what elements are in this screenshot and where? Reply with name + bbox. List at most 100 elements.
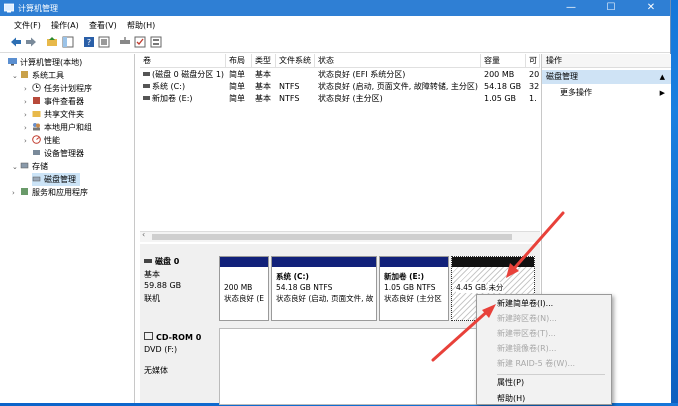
tree-local-users[interactable]: › 本地用户和组 — [24, 121, 92, 134]
menu-view[interactable]: 查看(V) — [89, 20, 117, 31]
menu-file[interactable]: 文件(F) — [14, 20, 41, 31]
cdrom-name: CD-ROM 0 — [156, 333, 202, 342]
menu-item-new-raid5-volume: 新建 RAID-5 卷(W)... — [497, 359, 576, 368]
volume-name-cell: 系统 (C:) — [140, 81, 226, 93]
volume-name-cell: 新加卷 (E:) — [140, 93, 226, 105]
action-more-actions[interactable]: 更多操作 ▶ — [542, 86, 671, 100]
status-cell: 状态良好 (EFI 系统分区) — [318, 70, 406, 79]
chevron-right-icon[interactable]: › — [24, 135, 32, 148]
tree-event-viewer-label: 事件查看器 — [44, 97, 84, 106]
menu-item-new-simple-volume[interactable]: 新建简单卷(I)... — [477, 297, 611, 311]
partition-efi[interactable]: 200 MB 状态良好 (E — [219, 256, 269, 321]
tree-shared-folders-label: 共享文件夹 — [44, 110, 84, 119]
layout-cell: 简单 — [229, 94, 245, 103]
collapse-up-icon[interactable]: ▲ — [660, 70, 665, 84]
maximize-button[interactable]: ☐ — [596, 0, 626, 16]
menu-bar: 文件(F) 操作(A) 查看(V) 帮助(H) — [0, 16, 670, 32]
menu-help[interactable]: 帮助(H) — [127, 20, 155, 31]
filesystem-cell: NTFS — [279, 94, 300, 103]
free-cell: 1. — [529, 94, 537, 103]
partition-bar — [380, 257, 448, 267]
horizontal-scrollbar[interactable]: ‹ — [140, 230, 540, 242]
properties-icon[interactable] — [98, 36, 110, 48]
show-hide-tree-icon[interactable] — [62, 36, 74, 48]
column-header-capacity[interactable]: 容量 — [481, 54, 526, 68]
cdrom-header: CD-ROM 0 — [144, 332, 214, 345]
tree-task-scheduler[interactable]: › 任务计划程序 — [24, 82, 92, 95]
back-arrow-icon[interactable] — [10, 36, 22, 48]
scrollbar-thumb[interactable] — [152, 234, 512, 240]
volume-name: (磁盘 0 磁盘分区 1) — [152, 70, 225, 79]
partition-title — [224, 271, 264, 282]
filesystem-cell: NTFS — [279, 82, 300, 91]
column-header-filesystem[interactable]: 文件系统 — [276, 54, 315, 68]
chevron-down-icon[interactable]: ⌄ — [12, 70, 20, 83]
menu-item-new-mirrored-volume: 新建镜像卷(R)... — [497, 344, 557, 353]
connect-drive-icon[interactable] — [119, 36, 131, 48]
tree-disk-management[interactable]: 磁盘管理 — [32, 173, 80, 186]
column-header-layout[interactable]: 布局 — [226, 54, 252, 68]
partition-bar — [220, 257, 268, 267]
help-icon[interactable]: ? — [83, 36, 95, 48]
cdrom-spacer — [144, 357, 214, 365]
cdrom-status: 无媒体 — [144, 366, 168, 375]
minimize-button[interactable]: — — [556, 0, 586, 16]
tree-root[interactable]: 计算机管理(本地) — [8, 56, 82, 69]
chevron-down-icon[interactable]: ⌄ — [12, 161, 20, 174]
svg-text:?: ? — [87, 38, 91, 47]
tree-local-users-label: 本地用户和组 — [44, 123, 92, 132]
tree-device-manager-label: 设备管理器 — [44, 149, 84, 158]
menu-item-help[interactable]: 帮助(H) — [477, 392, 611, 406]
tree-storage[interactable]: ⌄ 存储 — [12, 160, 48, 173]
menu-action[interactable]: 操作(A) — [51, 20, 79, 31]
disk-0-label-panel[interactable]: 磁盘 0 基本 59.88 GB 联机 — [144, 256, 214, 326]
cdrom-0-label-panel[interactable]: CD-ROM 0 DVD (F:) 无媒体 — [144, 332, 214, 382]
column-header-status[interactable]: 状态 — [315, 54, 481, 68]
close-button[interactable]: ✕ — [636, 0, 666, 16]
list-view-icon[interactable] — [150, 36, 162, 48]
column-header-free[interactable]: 可 — [526, 54, 540, 68]
forward-arrow-icon[interactable] — [25, 36, 37, 48]
menu-item-new-striped-volume: 新建带区卷(T)... — [497, 329, 556, 338]
menu-item-properties[interactable]: 属性(P) — [477, 376, 611, 390]
tree-services-apps[interactable]: › 服务和应用程序 — [12, 186, 88, 199]
tools-icon — [21, 71, 28, 78]
column-header-type[interactable]: 类型 — [252, 54, 276, 68]
tree-storage-label: 存储 — [32, 162, 48, 171]
disk-management-icon — [32, 176, 41, 182]
tree-shared-folders[interactable]: › 共享文件夹 — [24, 108, 84, 121]
disk-0-name: 磁盘 0 — [155, 257, 180, 266]
partition-status: 未分 — [488, 282, 504, 293]
chevron-right-icon: ▶ — [659, 89, 665, 97]
partition-status: 状态良好 (主分区 — [384, 294, 442, 303]
tree-performance[interactable]: › 性能 — [24, 134, 60, 147]
volume-name-cell: (磁盘 0 磁盘分区 1) — [140, 69, 226, 81]
tree-system-tools[interactable]: ⌄ 系统工具 — [12, 69, 64, 82]
status-cell: 状态良好 (启动, 页面文件, 故障转储, 主分区) — [318, 82, 479, 91]
action-disk-management[interactable]: 磁盘管理 ▲ — [542, 70, 671, 84]
partition-system-c[interactable]: 系统 (C:) 54.18 GB NTFS 状态良好 (启动, 页面文件, 故 — [271, 256, 377, 321]
partition-size: 54.18 GB NTFS — [276, 283, 333, 292]
partition-title: 系统 (C:) — [276, 272, 309, 281]
navigation-tree: 计算机管理(本地) ⌄ 系统工具 › 任务计划程序 › 事件查看器 › 共享文件夹 › 本… — [6, 54, 135, 403]
title-bar[interactable]: 计算机管理 — ☐ ✕ — [0, 0, 670, 16]
context-menu: 新建简单卷(I)... 新建跨区卷(N)... 新建带区卷(T)... 新建镜像… — [476, 294, 612, 405]
tree-services-apps-label: 服务和应用程序 — [32, 188, 88, 197]
cdrom-drive: DVD (F:) — [144, 345, 178, 354]
partition-bar — [452, 257, 534, 267]
partition-status: 状态良好 (E — [224, 294, 265, 303]
partition-new-volume-e[interactable]: 新加卷 (E:) 1.05 GB NTFS 状态良好 (主分区 — [379, 256, 449, 321]
menu-item-new-spanned-volume: 新建跨区卷(N)... — [497, 314, 557, 323]
layout-cell: 简单 — [229, 82, 245, 91]
column-header-volume[interactable]: 卷 — [140, 54, 226, 68]
up-folder-icon[interactable] — [46, 36, 58, 48]
chevron-right-icon[interactable]: › — [12, 187, 20, 200]
check-icon[interactable] — [134, 36, 146, 48]
scroll-left-icon[interactable]: ‹ — [142, 230, 145, 239]
disk-0-header: 磁盘 0 — [144, 256, 214, 269]
tree-task-scheduler-label: 任务计划程序 — [44, 84, 92, 93]
tree-device-manager[interactable]: 设备管理器 — [32, 147, 84, 160]
tree-event-viewer[interactable]: › 事件查看器 — [24, 95, 84, 108]
users-icon — [33, 123, 40, 131]
toolbar: ? — [0, 32, 670, 53]
